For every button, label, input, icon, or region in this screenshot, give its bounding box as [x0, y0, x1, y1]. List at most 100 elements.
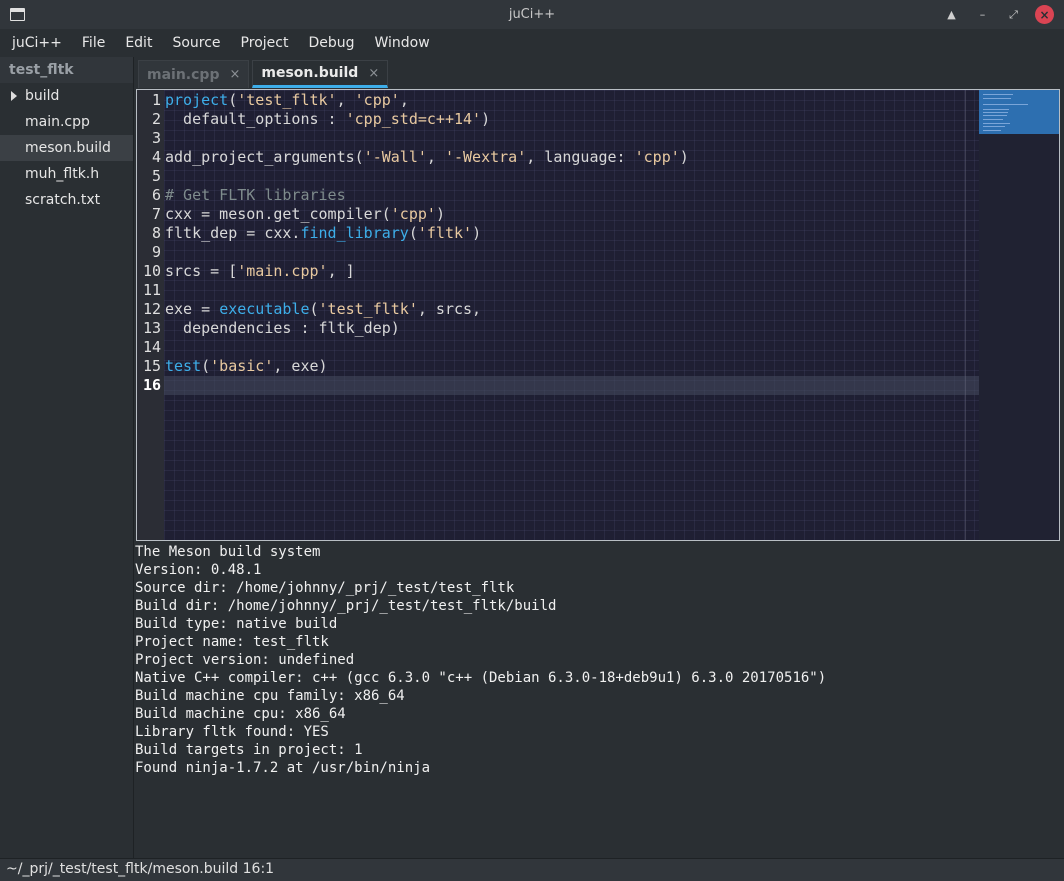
- code-token: ): [679, 148, 689, 166]
- code-line[interactable]: fltk_dep = cxx.find_library('fltk'): [164, 224, 979, 243]
- tree-item-build[interactable]: build: [0, 83, 133, 109]
- string-token: 'main.cpp': [237, 262, 328, 280]
- string-token: 'cpp': [390, 205, 436, 223]
- menu-jucipp[interactable]: juCi++: [0, 35, 71, 51]
- file-tree: test_fltk build main.cpp meson.build muh…: [0, 57, 134, 858]
- terminal-line: Native C++ compiler: c++ (gcc 6.3.0 "c++…: [135, 670, 827, 686]
- code-line[interactable]: [164, 243, 979, 262]
- code-token: , srcs,: [417, 300, 482, 318]
- code-token: , language:: [526, 148, 635, 166]
- code-line[interactable]: [164, 376, 979, 395]
- string-token: 'cpp': [354, 91, 400, 109]
- code-area[interactable]: project('test_fltk', 'cpp', default_opti…: [164, 90, 979, 540]
- line-number: 11: [142, 281, 161, 299]
- title-bar: juCi++ ▲ – ⤢ ×: [0, 0, 1064, 29]
- terminal-line: Project version: undefined: [135, 652, 355, 668]
- code-token: srcs = [: [165, 262, 238, 280]
- line-number: 10: [142, 262, 161, 280]
- expand-arrow-icon[interactable]: [11, 91, 17, 101]
- terminal-line: Build machine cpu family: x86_64: [135, 688, 405, 704]
- code-line[interactable]: project('test_fltk', 'cpp',: [164, 91, 979, 110]
- minimap[interactable]: [979, 90, 1059, 540]
- close-icon[interactable]: ×: [1035, 5, 1054, 24]
- menu-project[interactable]: Project: [230, 35, 298, 51]
- terminal-output[interactable]: The Meson build system Version: 0.48.1 Sou…: [135, 543, 1060, 857]
- menu-debug[interactable]: Debug: [297, 35, 363, 51]
- code-line[interactable]: [164, 338, 979, 357]
- terminal-line: Build machine cpu: x86_64: [135, 706, 346, 722]
- code-token: , ]: [327, 262, 355, 280]
- menu-source[interactable]: Source: [161, 35, 229, 51]
- code-token: exe =: [165, 300, 220, 318]
- tree-item-muh-fltk-h[interactable]: muh_fltk.h: [0, 161, 133, 187]
- menu-file[interactable]: File: [71, 35, 114, 51]
- line-number: 6: [151, 186, 161, 204]
- function-token: executable: [219, 300, 310, 318]
- minimap-viewport[interactable]: [979, 90, 1059, 134]
- line-number: 13: [142, 319, 161, 337]
- tree-item-label: main.cpp: [25, 114, 90, 130]
- code-line[interactable]: [164, 281, 979, 300]
- code-token: cxx = meson.get_compiler(: [165, 205, 391, 223]
- terminal-line: The Meson build system: [135, 544, 321, 560]
- code-token: , exe): [273, 357, 328, 375]
- code-line[interactable]: [164, 129, 979, 148]
- menu-edit[interactable]: Edit: [114, 35, 161, 51]
- tree-item-scratch-txt[interactable]: scratch.txt: [0, 187, 133, 213]
- status-bar: ~/_prj/_test/test_fltk/meson.build 16:1: [0, 858, 1064, 881]
- tree-item-label: meson.build: [25, 140, 111, 156]
- line-number: 4: [151, 148, 161, 166]
- terminal-line: Build dir: /home/johnny/_prj/_test/test_…: [135, 598, 557, 614]
- string-token: 'cpp_std=c++14': [345, 110, 482, 128]
- terminal-line: Version: 0.48.1: [135, 562, 262, 578]
- code-editor[interactable]: 1 2 3 4 5 6 7 8 9 10 11 12 13 14 15 16 project('test_fl…: [136, 89, 1060, 541]
- code-line[interactable]: add_project_arguments('-Wall', '-Wextra'…: [164, 148, 979, 167]
- code-line[interactable]: dependencies : fltk_dep): [164, 319, 979, 338]
- code-line[interactable]: # Get FLTK libraries: [164, 186, 979, 205]
- tab-main-cpp[interactable]: main.cpp ×: [138, 60, 250, 88]
- function-token: find_library: [300, 224, 409, 242]
- close-tab-icon[interactable]: ×: [229, 67, 240, 82]
- close-tab-icon[interactable]: ×: [368, 66, 379, 81]
- line-number: 14: [142, 338, 161, 356]
- string-token: '-Wextra': [444, 148, 527, 166]
- tab-meson-build[interactable]: meson.build ×: [252, 60, 389, 88]
- tree-item-label: scratch.txt: [25, 192, 101, 208]
- tree-item-meson-build[interactable]: meson.build: [0, 135, 133, 161]
- menu-window[interactable]: Window: [364, 35, 439, 51]
- terminal-line: Project name: test_fltk: [135, 634, 329, 650]
- code-line[interactable]: exe = executable('test_fltk', srcs,: [164, 300, 979, 319]
- code-token: (: [408, 224, 418, 242]
- maximize-icon[interactable]: ⤢: [1004, 5, 1023, 24]
- tree-item-main-cpp[interactable]: main.cpp: [0, 109, 133, 135]
- window-icon[interactable]: [10, 8, 25, 21]
- code-token: add_project_arguments(: [165, 148, 364, 166]
- code-line[interactable]: [164, 167, 979, 186]
- function-token: test: [165, 357, 202, 375]
- string-token: '-Wall': [363, 148, 427, 166]
- code-token: dependencies : fltk_dep): [165, 319, 400, 337]
- line-number: 12: [142, 300, 161, 318]
- tab-label: main.cpp: [147, 66, 220, 83]
- line-number: 5: [151, 167, 161, 185]
- window-controls: ▲ – ⤢ ×: [942, 5, 1054, 24]
- project-header[interactable]: test_fltk: [0, 57, 133, 83]
- code-line[interactable]: srcs = ['main.cpp', ]: [164, 262, 979, 281]
- code-token: ): [435, 205, 445, 223]
- tree-item-label: build: [25, 88, 60, 104]
- code-token: ,: [336, 91, 355, 109]
- code-line[interactable]: test('basic', exe): [164, 357, 979, 376]
- minimize-icon[interactable]: –: [973, 5, 992, 24]
- code-token: ,: [426, 148, 445, 166]
- tab-label: meson.build: [261, 65, 359, 81]
- comment-token: # Get FLTK libraries: [165, 186, 346, 204]
- code-token: (: [228, 91, 238, 109]
- line-number: 1: [151, 91, 161, 109]
- terminal-line: Build type: native build: [135, 616, 338, 632]
- string-token: 'cpp': [634, 148, 680, 166]
- line-number: 16: [142, 376, 161, 394]
- code-line[interactable]: cxx = meson.get_compiler('cpp'): [164, 205, 979, 224]
- code-line[interactable]: default_options : 'cpp_std=c++14'): [164, 110, 979, 129]
- keep-above-icon[interactable]: ▲: [942, 5, 961, 24]
- right-margin-line: [965, 90, 966, 540]
